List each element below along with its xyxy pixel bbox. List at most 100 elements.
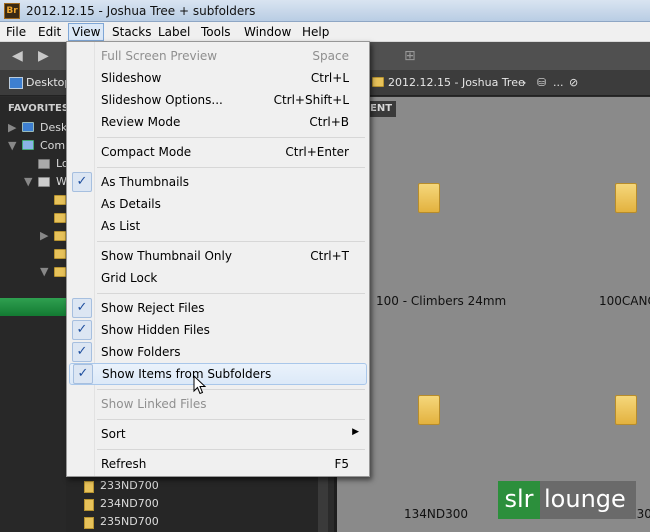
forward-arrow-icon[interactable]: ▶ (38, 47, 56, 65)
checkmark-icon: ✓ (72, 172, 92, 192)
menu-item-label: Refresh (101, 457, 147, 471)
folder-icon (54, 267, 66, 277)
menu-item-show-items-from-subfolders[interactable]: ✓ Show Items from Subfolders (69, 363, 367, 385)
folder-icon (54, 213, 66, 223)
menu-item-grid-lock[interactable]: Grid Lock (69, 268, 367, 288)
folder-icon (84, 481, 94, 493)
logo-lounge: lounge (540, 481, 636, 519)
menu-item-show-hidden-files[interactable]: ✓ Show Hidden Files (69, 320, 367, 340)
desktop-icon (9, 77, 23, 89)
menu-item-refresh[interactable]: Refresh F5 (69, 454, 367, 474)
submenu-arrow-icon: ▶ (352, 427, 359, 437)
menu-item-as-details[interactable]: As Details (69, 194, 367, 214)
collapse-icon-2[interactable]: ▼ (24, 175, 32, 188)
menu-file[interactable]: File (6, 24, 26, 40)
menu-item-sort[interactable]: Sort ▶ (69, 424, 367, 444)
menu-item-label: Review Mode (101, 115, 181, 129)
menu-view[interactable]: View (68, 23, 105, 41)
menu-item-label: Sort (101, 427, 126, 441)
folder-icon (54, 231, 66, 241)
menu-item-compact-mode[interactable]: Compact Mode Ctrl+Enter (69, 142, 367, 162)
menu-item-review-mode[interactable]: Review Mode Ctrl+B (69, 112, 367, 132)
menu-item-label: Show Reject Files (101, 301, 205, 315)
menu-item-full-screen-preview[interactable]: Full Screen Preview Space (69, 46, 367, 66)
selected-folder-row[interactable] (0, 298, 66, 316)
folder-icon (54, 195, 66, 205)
collapse-icon[interactable]: ▼ (8, 139, 16, 152)
menu-help[interactable]: Help (302, 24, 329, 40)
desktop-fav-icon (22, 122, 34, 132)
menu-item-label: Show Thumbnail Only (101, 249, 232, 263)
view-menu-dropdown: Full Screen Preview Space Slideshow Ctrl… (66, 41, 370, 477)
back-arrow-icon[interactable]: ◀ (12, 47, 30, 65)
menu-separator (97, 137, 365, 138)
path-more[interactable]: ... (553, 76, 564, 89)
bridge-app-icon: Br (4, 3, 20, 19)
slr-lounge-logo: slr lounge (498, 481, 636, 519)
menu-item-label: Slideshow (101, 71, 162, 85)
menu-item-show-thumbnail-only[interactable]: Show Thumbnail Only Ctrl+T (69, 246, 367, 266)
menu-separator (97, 449, 365, 450)
toolbar-icon[interactable]: ⊞ (404, 47, 422, 65)
menu-item-shortcut: F5 (334, 457, 349, 471)
menu-item-show-linked-files[interactable]: Show Linked Files (69, 394, 367, 414)
folder-caption: 100CANC (599, 294, 650, 308)
drive-icon-2 (38, 177, 50, 187)
menu-item-shortcut: Ctrl+Enter (285, 145, 349, 159)
menu-item-show-reject-files[interactable]: ✓ Show Reject Files (69, 298, 367, 318)
menu-item-shortcut: Space (312, 49, 349, 63)
logo-slr: slr (498, 481, 540, 519)
menu-item-as-thumbnails[interactable]: ✓ As Thumbnails (69, 172, 367, 192)
menu-item-slideshow-options[interactable]: Slideshow Options... Ctrl+Shift+L (69, 90, 367, 110)
folder-icon (54, 249, 66, 259)
menu-separator (97, 241, 365, 242)
menu-item-slideshow[interactable]: Slideshow Ctrl+L (69, 68, 367, 88)
path-desktop[interactable]: Desktop (26, 76, 71, 89)
checkmark-icon: ✓ (72, 342, 92, 362)
folder-icon (84, 499, 94, 511)
no-entry-icon: ⊘ (569, 76, 579, 89)
menu-separator (97, 419, 365, 420)
content-panel (334, 97, 650, 532)
menu-tools[interactable]: Tools (201, 24, 231, 40)
menu-label[interactable]: Label (158, 24, 190, 40)
menu-separator (97, 389, 365, 390)
menu-item-label: Show Hidden Files (101, 323, 210, 337)
menu-item-label: As List (101, 219, 141, 233)
menu-item-show-folders[interactable]: ✓ Show Folders (69, 342, 367, 362)
menu-item-as-list[interactable]: As List (69, 216, 367, 236)
path-chevron-icon: › (522, 76, 527, 89)
path-drive-icon: ⛁ (537, 76, 547, 89)
tree-row-label: 235ND700 (100, 515, 159, 528)
tree-scrollbar[interactable] (318, 476, 328, 532)
folder-caption: 134ND300 (404, 507, 469, 521)
menu-separator (97, 167, 365, 168)
menu-item-label: Show Folders (101, 345, 181, 359)
menu-stacks[interactable]: Stacks (112, 24, 151, 40)
menu-item-shortcut: Ctrl+B (309, 115, 349, 129)
menu-bar: File Edit View Stacks Label Tools Window… (0, 22, 650, 42)
tree-row-label: 234ND700 (100, 497, 159, 510)
folder-thumbnail-icon[interactable] (615, 395, 637, 425)
menu-item-shortcut: Ctrl+L (310, 71, 349, 85)
expand-icon[interactable]: ▶ (8, 121, 16, 134)
folder-icon (84, 517, 94, 529)
menu-window[interactable]: Window (244, 24, 291, 40)
menu-item-label: Slideshow Options... (101, 93, 223, 107)
folder-thumbnail-icon[interactable] (418, 395, 440, 425)
folder-thumbnail-icon[interactable] (615, 183, 637, 213)
folder-thumbnail-icon[interactable] (418, 183, 440, 213)
menu-item-label: Compact Mode (101, 145, 192, 159)
menu-separator (97, 293, 365, 294)
menu-item-label: Show Items from Subfolders (102, 367, 272, 381)
collapse-icon-4[interactable]: ▼ (40, 265, 48, 278)
content-header[interactable]: ENT (366, 101, 397, 117)
mouse-cursor-icon (193, 375, 207, 395)
favorites-header[interactable]: FAVORITES (8, 100, 69, 118)
menu-item-label: Show Linked Files (101, 397, 207, 411)
expand-icon-3[interactable]: ▶ (40, 229, 48, 242)
menu-item-shortcut: Ctrl+Shift+L (273, 93, 349, 107)
menu-item-shortcut: Ctrl+T (310, 249, 349, 263)
path-folder[interactable]: 2012.12.15 - Joshua Tree (388, 76, 525, 89)
menu-edit[interactable]: Edit (38, 24, 61, 40)
